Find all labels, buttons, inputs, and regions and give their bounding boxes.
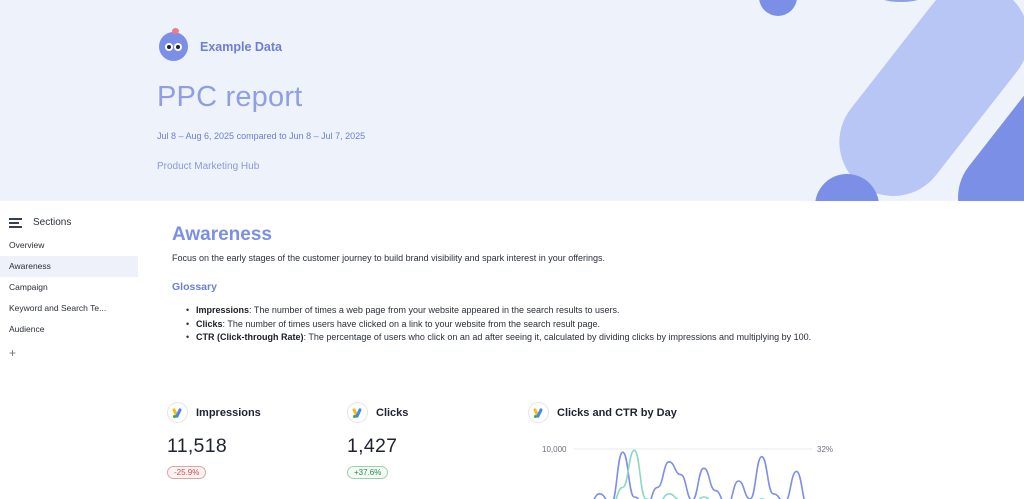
section-title: Awareness: [172, 224, 272, 245]
report-header: Example Data PPC report Jul 8 – Aug 6, 2…: [0, 0, 1024, 201]
google-ads-icon: [528, 402, 549, 423]
metric-label: Impressions: [196, 406, 261, 419]
sidebar-item-awareness[interactable]: Awareness: [0, 256, 138, 277]
menu-icon[interactable]: [9, 218, 22, 228]
y-right-tick: 32%: [817, 445, 833, 454]
sidebar-item-overview[interactable]: Overview: [0, 235, 138, 256]
section-nav: Overview Awareness Campaign Keyword and …: [0, 235, 138, 340]
glossary-item: Clicks: The number of times users have c…: [186, 318, 876, 332]
metric-label: Clicks: [376, 406, 409, 419]
date-range[interactable]: Jul 8 – Aug 6, 2025 compared to Jun 8 – …: [157, 131, 365, 141]
sections-sidebar: Sections Overview Awareness Campaign Key…: [0, 201, 138, 499]
hub-name: Product Marketing Hub: [157, 161, 260, 172]
metric-value: 1,427: [347, 435, 398, 457]
brand: Example Data: [159, 28, 282, 61]
clicks-ctr-chart-card: Clicks and CTR by Day 10,000 32%: [528, 402, 838, 499]
series-line-1: [615, 449, 766, 499]
brand-logo-icon: [159, 28, 188, 61]
sidebar-item-campaign[interactable]: Campaign: [0, 277, 138, 298]
sections-header[interactable]: Sections: [9, 217, 71, 228]
glossary-list: Impressions: The number of times a web p…: [186, 304, 876, 345]
brand-name: Example Data: [200, 39, 282, 54]
metric-value: 11,518: [167, 435, 227, 457]
change-badge: +37.6%: [347, 466, 389, 479]
glossary-item: CTR (Click-through Rate): The percentage…: [186, 331, 876, 345]
google-ads-icon: [167, 402, 188, 423]
decorative-circle: [877, 0, 925, 2]
y-left-tick: 10,000: [542, 445, 567, 454]
impressions-card: Impressions 11,518 -25.9%: [167, 402, 261, 480]
change-badge: -25.9%: [167, 466, 207, 479]
clicks-card: Clicks 1,427 +37.6%: [347, 402, 408, 480]
google-ads-icon: [347, 402, 368, 423]
clicks-ctr-line-chart[interactable]: 10,000 32%: [528, 438, 838, 499]
glossary-item: Impressions: The number of times a web p…: [186, 304, 876, 318]
glossary-title: Glossary: [172, 281, 217, 293]
sidebar-item-audience[interactable]: Audience: [0, 319, 138, 340]
add-section-button[interactable]: +: [9, 346, 16, 360]
section-description: Focus on the early stages of the custome…: [172, 253, 606, 263]
sections-label: Sections: [33, 217, 72, 228]
sidebar-item-keyword-search[interactable]: Keyword and Search Te...: [0, 298, 138, 319]
chart-title: Clicks and CTR by Day: [557, 406, 677, 419]
page-title: PPC report: [157, 81, 303, 113]
decorative-circle: [759, 0, 797, 16]
series-line-0: [593, 451, 805, 499]
